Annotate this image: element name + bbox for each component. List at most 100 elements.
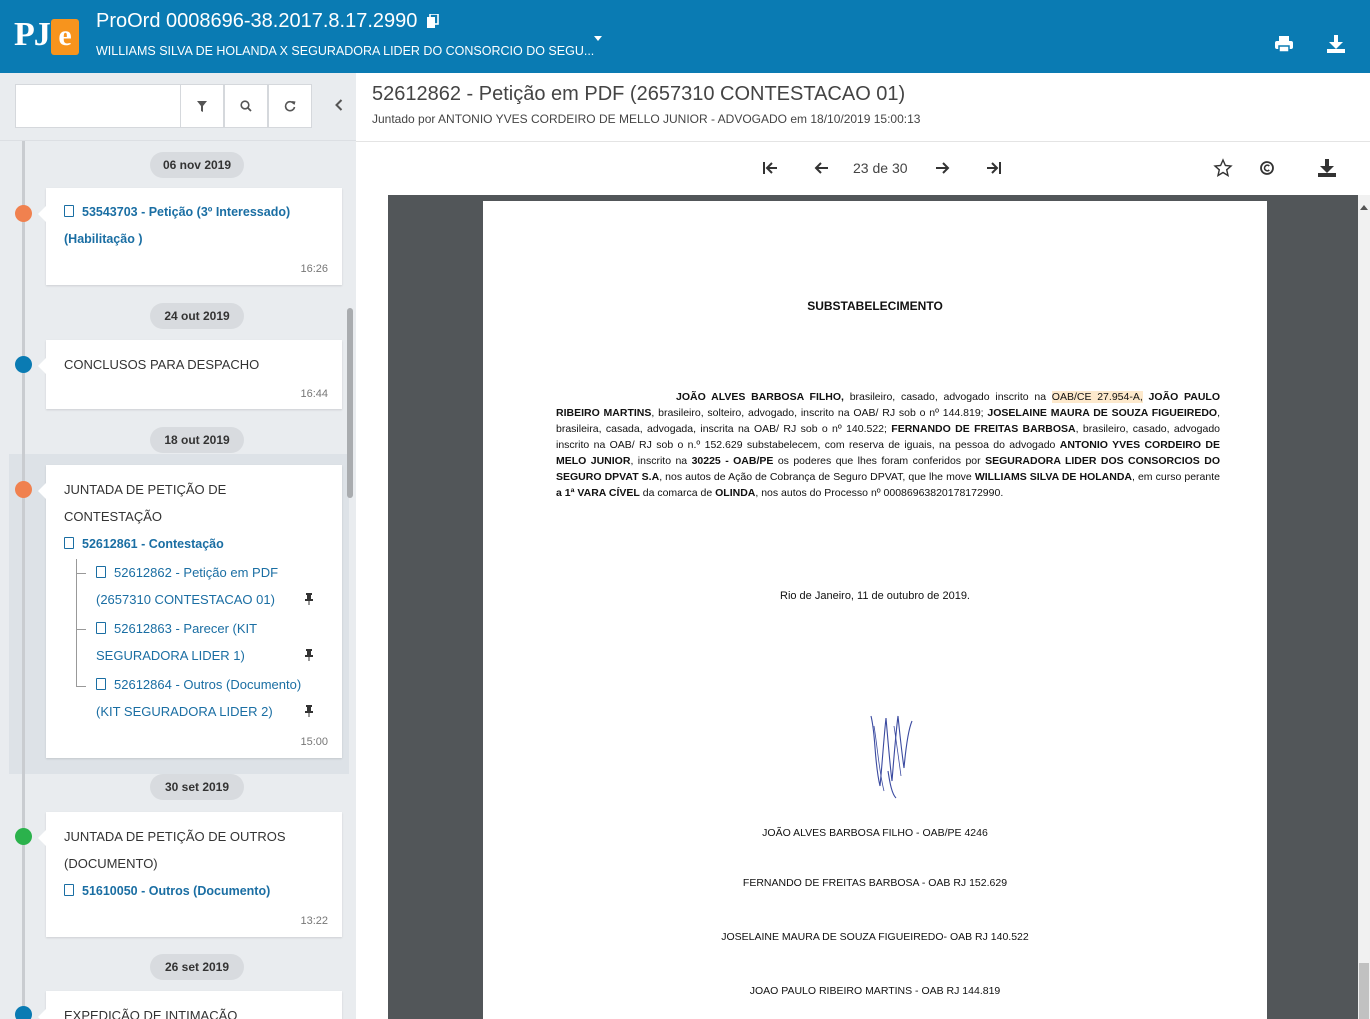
page-separator: de xyxy=(872,160,889,176)
document-link[interactable]: 53543703 - Petição (3º Interessado) xyxy=(64,199,290,226)
logo-pj-text: PJ xyxy=(14,16,51,53)
chevron-down-icon[interactable] xyxy=(594,36,602,41)
pdf-heading: SUBSTABELECIMENTO xyxy=(807,299,943,313)
page-current: 23 xyxy=(853,160,869,176)
search-icon xyxy=(240,100,252,112)
timeline-event[interactable]: CONCLUSOS PARA DESPACHO 16:44 xyxy=(38,340,342,409)
process-number: ProOrd 0008696-38.2017.8.17.2990 xyxy=(96,10,418,32)
event-dot xyxy=(15,828,32,845)
copyright-icon[interactable] xyxy=(1257,158,1277,178)
event-dot xyxy=(15,481,32,498)
tree-branch xyxy=(76,573,86,574)
page-total: 30 xyxy=(891,160,908,176)
pdf-icon xyxy=(96,566,106,578)
event-time: 13:22 xyxy=(300,915,328,927)
page-indicator: 23 de 30 xyxy=(853,160,908,176)
pdf-page: SUBSTABELECIMENTO JOÃO ALVES BARBOSA FIL… xyxy=(483,201,1267,1019)
handwritten-signature xyxy=(870,715,913,799)
event-description: JUNTADA DE PETIÇÃO DE OUTROS xyxy=(64,829,286,844)
pdf-toolbar: 23 de 30 xyxy=(356,141,1370,193)
timeline-sidebar: 06 nov 2019 53543703 - Petição (3º Inter… xyxy=(0,73,356,1019)
process-title: ProOrd 0008696-38.2017.8.17.2990 xyxy=(96,10,439,33)
document-link[interactable]: 52612861 - Contestação xyxy=(64,531,224,558)
date-badge: 30 set 2019 xyxy=(150,774,244,800)
pdf-scrollbar-thumb[interactable] xyxy=(1359,963,1369,1019)
pdf-date-line: Rio de Janeiro, 11 de outubro de 2019. xyxy=(780,590,970,602)
pdf-scrollbar-track[interactable] xyxy=(1358,195,1370,1019)
copy-icon[interactable] xyxy=(426,14,439,28)
pdf-icon xyxy=(96,678,106,690)
timeline-event[interactable]: JUNTADA DE PETIÇÃO DE OUTROS (DOCUMENTO)… xyxy=(38,812,342,937)
event-time: 16:44 xyxy=(300,388,328,400)
refresh-button[interactable] xyxy=(268,84,312,128)
pin-icon[interactable] xyxy=(304,649,314,661)
document-icon xyxy=(64,537,74,549)
timeline-event-selected[interactable]: JUNTADA DE PETIÇÃO DE CONTESTAÇÃO 526128… xyxy=(38,465,342,758)
tree-branch xyxy=(76,629,86,630)
event-dot xyxy=(15,205,32,222)
date-badge: 06 nov 2019 xyxy=(150,152,244,178)
search-input[interactable] xyxy=(15,84,187,128)
event-description-cont: CONTESTAÇÃO xyxy=(64,509,162,524)
download-icon[interactable] xyxy=(1326,34,1346,54)
pdf-canvas[interactable]: SUBSTABELECIMENTO JOÃO ALVES BARBOSA FIL… xyxy=(388,195,1358,1019)
search-button[interactable] xyxy=(224,84,268,128)
timeline-event[interactable]: EXPEDIÇÃO DE INTIMAÇÃO xyxy=(38,991,342,1019)
document-icon xyxy=(64,884,74,896)
document-title: 52612862 - Petição em PDF (2657310 CONTE… xyxy=(372,83,906,105)
pdf-signatory: FERNANDO DE FREITAS BARBOSA - OAB RJ 152… xyxy=(742,877,1008,889)
event-description: CONCLUSOS PARA DESPACHO xyxy=(64,357,260,372)
attachment-link[interactable]: 52612864 - Outros (Documento) xyxy=(96,671,301,698)
document-link[interactable]: 51610050 - Outros (Documento) xyxy=(64,878,270,905)
pdf-signatory: JOÃO ALVES BARBOSA FILHO - OAB/PE 4246 xyxy=(762,827,988,839)
attachment-link-cont[interactable]: (KIT SEGURADORA LIDER 2) xyxy=(96,698,273,725)
attachment-link[interactable]: 52612863 - Parecer (KIT xyxy=(96,615,257,642)
event-dot xyxy=(15,356,32,373)
app-header: PJ e ProOrd 0008696-38.2017.8.17.2990 WI… xyxy=(0,0,1370,73)
tree-branch xyxy=(76,686,86,687)
first-page-icon[interactable] xyxy=(760,158,780,178)
timeline-event[interactable]: 53543703 - Petição (3º Interessado) (Hab… xyxy=(38,188,342,285)
star-icon[interactable] xyxy=(1213,158,1233,178)
event-description: EXPEDIÇÃO DE INTIMAÇÃO xyxy=(64,1008,238,1019)
collapse-sidebar-button[interactable] xyxy=(332,95,346,115)
next-page-icon[interactable] xyxy=(932,158,952,178)
pje-logo[interactable]: PJ e xyxy=(14,14,79,58)
refresh-icon xyxy=(284,100,296,112)
date-badge: 18 out 2019 xyxy=(150,427,244,453)
event-description: JUNTADA DE PETIÇÃO DE xyxy=(64,482,227,497)
previous-page-icon[interactable] xyxy=(812,158,832,178)
document-icon xyxy=(64,205,74,217)
chevron-left-icon xyxy=(335,99,343,111)
last-page-icon[interactable] xyxy=(984,158,1004,178)
sidebar-scrollbar[interactable] xyxy=(347,308,353,498)
pin-icon[interactable] xyxy=(304,705,314,717)
event-description-cont: (DOCUMENTO) xyxy=(64,856,158,871)
document-submitter: Juntado por ANTONIO YVES CORDEIRO DE MEL… xyxy=(372,112,921,126)
filter-icon xyxy=(197,100,207,112)
event-dot xyxy=(15,1006,32,1019)
pdf-body-paragraph: JOÃO ALVES BARBOSA FILHO, brasileiro, ca… xyxy=(556,391,1221,499)
sidebar-toolbar xyxy=(0,73,356,141)
process-parties[interactable]: WILLIAMS SILVA DE HOLANDA X SEGURADORA L… xyxy=(96,44,594,58)
timeline-line xyxy=(22,141,25,1019)
event-time: 16:26 xyxy=(300,263,328,275)
pdf-signatory: JOSELAINE MAURA DE SOUZA FIGUEIREDO- OAB… xyxy=(721,931,1029,943)
tree-line xyxy=(76,559,77,687)
logo-e-text: e xyxy=(51,19,79,55)
pin-icon[interactable] xyxy=(304,593,314,605)
attachment-link-cont[interactable]: SEGURADORA LIDER 1) xyxy=(96,642,245,669)
pdf-icon xyxy=(96,622,106,634)
date-badge: 26 set 2019 xyxy=(150,954,244,980)
attachment-link-cont[interactable]: (2657310 CONTESTACAO 01) xyxy=(96,586,275,613)
date-badge: 24 out 2019 xyxy=(150,303,244,329)
attachment-link[interactable]: 52612862 - Petição em PDF xyxy=(96,559,278,586)
print-icon[interactable] xyxy=(1274,34,1294,54)
filter-button[interactable] xyxy=(180,84,224,128)
scroll-up-icon[interactable] xyxy=(1360,205,1368,210)
download-icon[interactable] xyxy=(1317,158,1337,178)
pdf-signatory: JOAO PAULO RIBEIRO MARTINS - OAB RJ 144.… xyxy=(749,985,1001,997)
document-link-cont[interactable]: (Habilitação ) xyxy=(64,226,143,253)
event-time: 15:00 xyxy=(300,736,328,748)
document-viewer: 52612862 - Petição em PDF (2657310 CONTE… xyxy=(356,73,1370,1019)
